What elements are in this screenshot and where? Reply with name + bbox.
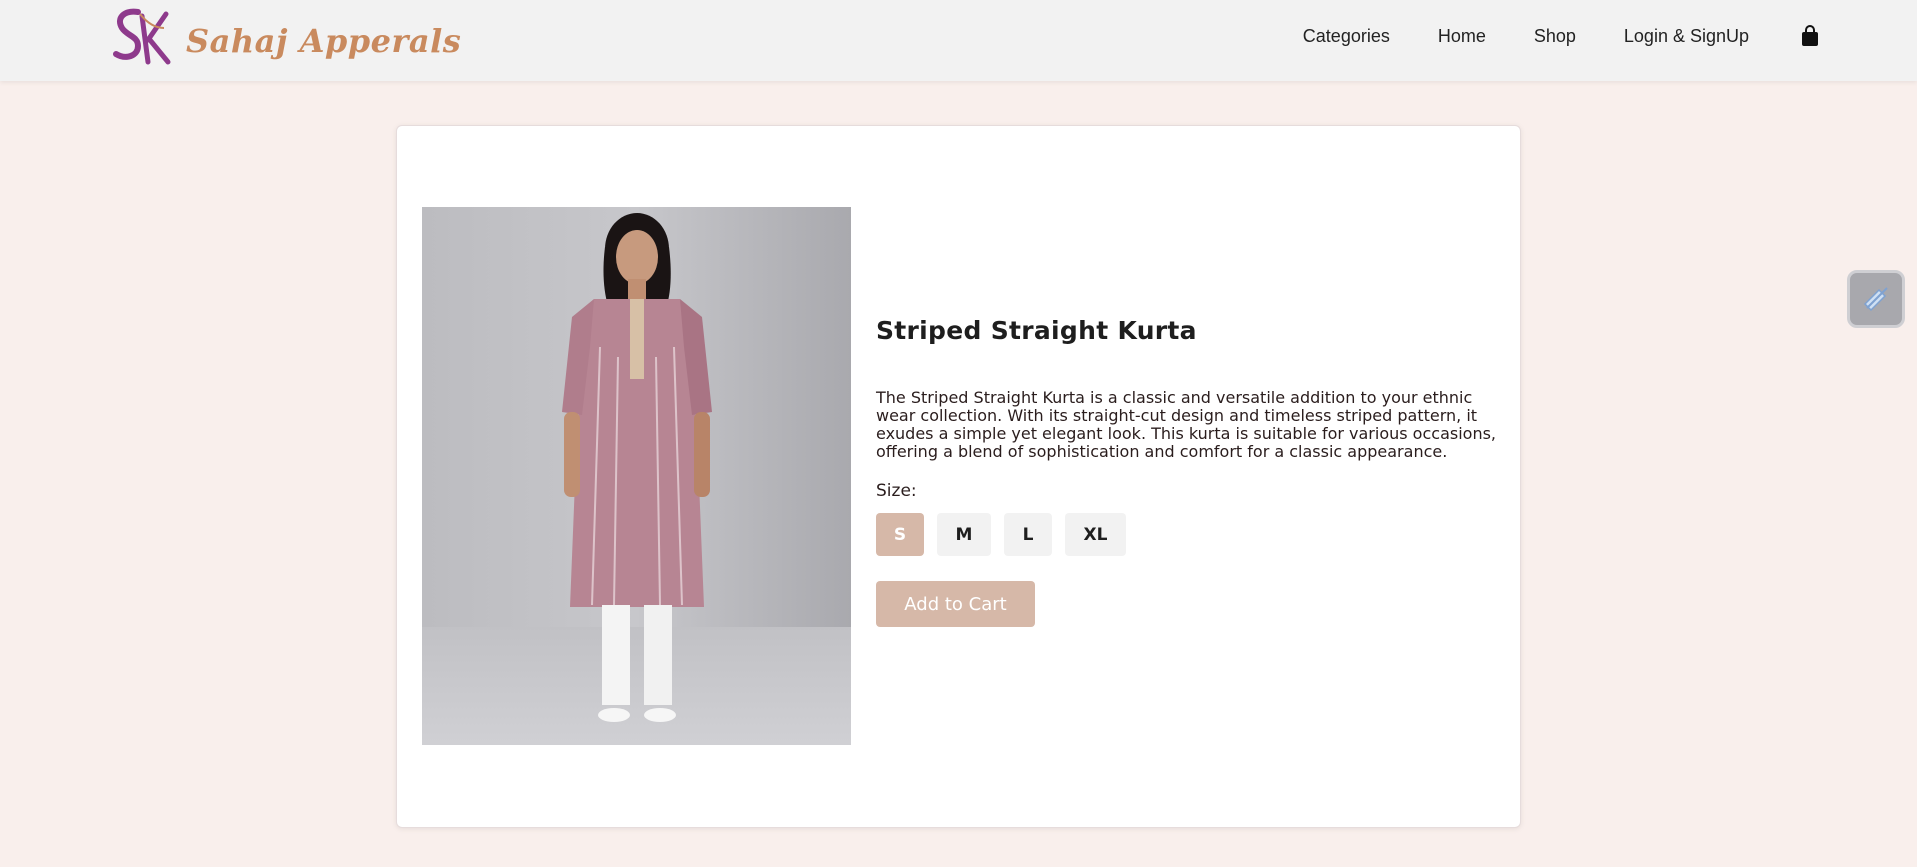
nav-categories[interactable]: Categories bbox=[1303, 26, 1390, 47]
size-options: S M L XL bbox=[876, 513, 1496, 556]
main-nav: Categories Home Shop Login & SignUp bbox=[1279, 0, 1917, 72]
top-navbar: Sahaj Apperals Categories Home Shop Logi… bbox=[0, 0, 1917, 81]
product-details: Striped Straight Kurta The Striped Strai… bbox=[876, 316, 1496, 627]
product-image bbox=[422, 207, 851, 745]
brand-logo-link[interactable]: Sahaj Apperals bbox=[108, 6, 461, 68]
shopping-bag-icon[interactable] bbox=[1799, 25, 1821, 47]
nav-login-signup[interactable]: Login & SignUp bbox=[1624, 26, 1749, 47]
brand-name: Sahaj Apperals bbox=[186, 22, 462, 60]
product-card: Striped Straight Kurta The Striped Strai… bbox=[396, 125, 1521, 828]
product-description: The Striped Straight Kurta is a classic … bbox=[876, 388, 1496, 461]
size-option-s[interactable]: S bbox=[876, 513, 924, 556]
size-label: Size: bbox=[876, 481, 917, 501]
edit-pen-icon bbox=[1863, 287, 1888, 312]
nav-home[interactable]: Home bbox=[1438, 26, 1486, 47]
nav-shop[interactable]: Shop bbox=[1534, 26, 1576, 47]
product-photo-model bbox=[422, 207, 851, 745]
brand-logo-icon bbox=[113, 8, 171, 65]
floating-widget-button[interactable] bbox=[1847, 270, 1905, 328]
size-option-m[interactable]: M bbox=[937, 513, 991, 556]
size-option-l[interactable]: L bbox=[1004, 513, 1052, 556]
product-title: Striped Straight Kurta bbox=[876, 316, 1197, 345]
size-option-xl[interactable]: XL bbox=[1065, 513, 1126, 556]
add-to-cart-button[interactable]: Add to Cart bbox=[876, 581, 1035, 627]
